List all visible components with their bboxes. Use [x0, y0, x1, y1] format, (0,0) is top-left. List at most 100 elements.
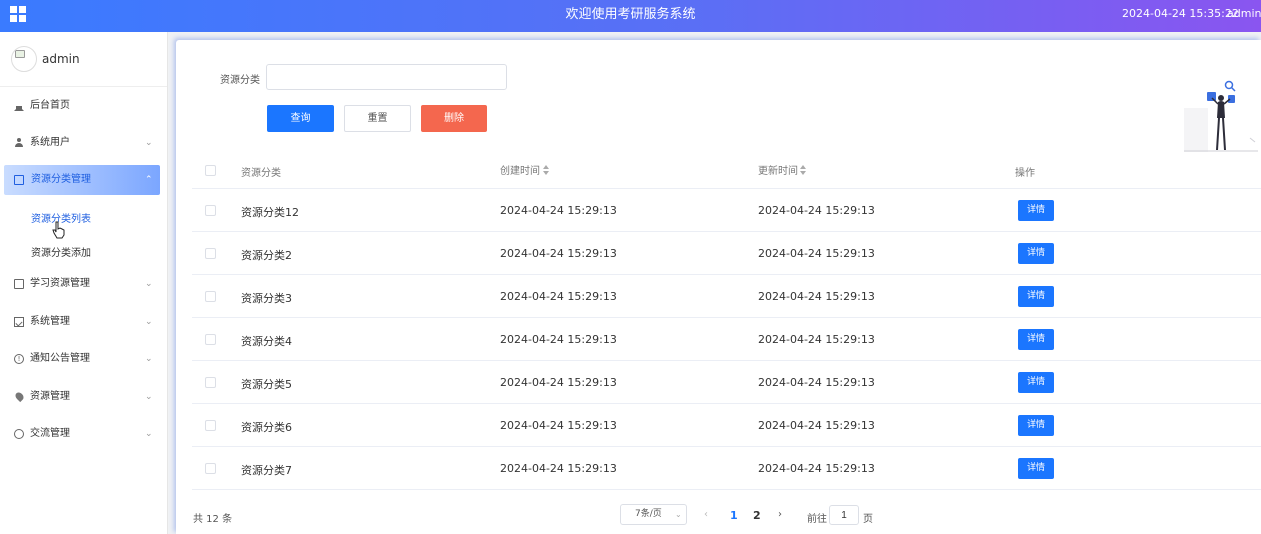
row-category-name: 资源分类12 — [241, 206, 299, 219]
detail-button[interactable]: 详情 — [1018, 458, 1054, 479]
table-row: 资源分类7 2024-04-24 15:29:13 2024-04-24 15:… — [192, 447, 1261, 490]
column-header-created: 创建时间 — [500, 166, 540, 177]
row-created-time: 2024-04-24 15:29:13 — [500, 247, 617, 260]
detail-button[interactable]: 详情 — [1018, 415, 1054, 436]
row-category-name: 资源分类6 — [241, 421, 292, 434]
sidebar-item-resource-category[interactable]: 资源分类管理 ⌃ — [4, 165, 160, 195]
sidebar-subitem-category-add[interactable]: 资源分类添加 — [31, 244, 91, 259]
sidebar-item-label: 系统用户 — [30, 137, 70, 148]
row-updated-time: 2024-04-24 15:29:13 — [758, 290, 875, 303]
detail-button[interactable]: 详情 — [1018, 243, 1054, 264]
row-created-time: 2024-04-24 15:29:13 — [500, 204, 617, 217]
page-size-select[interactable]: 7条/页 ⌄ — [620, 504, 687, 525]
sidebar-item-home[interactable]: 后台首页 — [0, 91, 167, 121]
sidebar-item-label: 交流管理 — [30, 428, 70, 439]
sort-updated-icon[interactable] — [800, 165, 806, 175]
prev-page-button[interactable]: ‹ — [704, 509, 708, 520]
page-size-value: 7条/页 — [635, 509, 662, 519]
row-category-name: 资源分类5 — [241, 378, 292, 391]
avatar — [11, 46, 37, 72]
row-checkbox[interactable] — [205, 334, 216, 345]
chevron-down-icon: ⌄ — [145, 354, 153, 364]
row-checkbox[interactable] — [205, 248, 216, 259]
row-category-name: 资源分类3 — [241, 292, 292, 305]
row-updated-time: 2024-04-24 15:29:13 — [758, 419, 875, 432]
table-row: 资源分类4 2024-04-24 15:29:13 2024-04-24 15:… — [192, 318, 1261, 361]
table-header: 资源分类 创建时间 更新时间 操作 — [192, 152, 1261, 189]
sidebar-item-communication[interactable]: 交流管理 ⌄ — [0, 419, 167, 449]
sidebar-item-label: 学习资源管理 — [30, 278, 90, 289]
user-icon — [14, 138, 24, 148]
sidebar-subitem-category-list[interactable]: 资源分类列表 — [31, 210, 91, 225]
page-2-button[interactable]: 2 — [753, 509, 761, 522]
row-checkbox[interactable] — [205, 291, 216, 302]
search-label: 资源分类 — [220, 75, 260, 86]
row-updated-time: 2024-04-24 15:29:13 — [758, 333, 875, 346]
document-icon — [14, 279, 24, 289]
detail-button[interactable]: 详情 — [1018, 372, 1054, 393]
sidebar-item-label: 系统管理 — [30, 316, 70, 327]
table-row: 资源分类12 2024-04-24 15:29:13 2024-04-24 15… — [192, 189, 1261, 232]
chevron-down-icon: ⌄ — [145, 429, 153, 439]
next-page-button[interactable]: › — [778, 509, 782, 520]
table-row: 资源分类3 2024-04-24 15:29:13 2024-04-24 15:… — [192, 275, 1261, 318]
header-username: admin — [1227, 7, 1261, 20]
sidebar-item-label: 资源管理 — [30, 391, 70, 402]
pagination-total: 共 12 条 — [193, 514, 233, 525]
sort-created-icon[interactable] — [543, 165, 549, 175]
row-updated-time: 2024-04-24 15:29:13 — [758, 462, 875, 475]
reset-button[interactable]: 重置 — [344, 105, 411, 132]
category-search-input[interactable] — [266, 64, 507, 90]
row-checkbox[interactable] — [205, 463, 216, 474]
chevron-down-icon: ⌄ — [675, 510, 682, 519]
location-pin-icon — [13, 390, 26, 403]
sidebar-item-learning-resources[interactable]: 学习资源管理 ⌄ — [0, 269, 167, 299]
chevron-up-icon: ⌃ — [145, 175, 153, 185]
chevron-down-icon: ⌄ — [145, 279, 153, 289]
row-created-time: 2024-04-24 15:29:13 — [500, 419, 617, 432]
table-row: 资源分类2 2024-04-24 15:29:13 2024-04-24 15:… — [192, 232, 1261, 275]
detail-button[interactable]: 详情 — [1018, 200, 1054, 221]
delete-button[interactable]: 删除 — [421, 105, 487, 132]
row-checkbox[interactable] — [205, 205, 216, 216]
header-user-menu[interactable]: admin⌄ — [1227, 0, 1261, 28]
row-updated-time: 2024-04-24 15:29:13 — [758, 376, 875, 389]
chevron-down-icon: ⌄ — [145, 392, 153, 402]
select-all-checkbox[interactable] — [205, 165, 216, 176]
sidebar-item-label: 通知公告管理 — [30, 353, 90, 364]
row-created-time: 2024-04-24 15:29:13 — [500, 333, 617, 346]
sidebar-item-announcements[interactable]: ! 通知公告管理 ⌄ — [0, 344, 167, 374]
chat-icon — [14, 429, 24, 439]
system-title: 欢迎使用考研服务系统 — [565, 7, 696, 22]
row-checkbox[interactable] — [205, 377, 216, 388]
table-row: 资源分类5 2024-04-24 15:29:13 2024-04-24 15:… — [192, 361, 1261, 404]
sidebar: admin 后台首页 系统用户 ⌄ 资源分类管理 ⌃ 资源分类列表 资源分类添加… — [0, 32, 168, 534]
document-icon — [14, 175, 24, 185]
goto-page-input[interactable] — [829, 505, 859, 525]
picture-icon — [14, 317, 24, 327]
header-datetime: 2024-04-24 15:35:22 — [1122, 7, 1239, 20]
row-category-name: 资源分类2 — [241, 249, 292, 262]
row-created-time: 2024-04-24 15:29:13 — [500, 462, 617, 475]
sidebar-item-system-users[interactable]: 系统用户 ⌄ — [0, 128, 167, 158]
profile-name: admin — [42, 52, 80, 66]
sidebar-item-system-management[interactable]: 系统管理 ⌄ — [0, 307, 167, 337]
goto-unit: 页 — [863, 514, 873, 525]
row-updated-time: 2024-04-24 15:29:13 — [758, 204, 875, 217]
goto-label: 前往 — [807, 514, 827, 525]
table-row: 资源分类6 2024-04-24 15:29:13 2024-04-24 15:… — [192, 404, 1261, 447]
main-area: 资源分类 查询 重置 删除 资源分类 创建时间 更新时间 操作 资源分类12 2… — [168, 32, 1261, 534]
row-created-time: 2024-04-24 15:29:13 — [500, 376, 617, 389]
info-icon: ! — [14, 354, 24, 364]
row-checkbox[interactable] — [205, 420, 216, 431]
top-header: 欢迎使用考研服务系统 2024-04-24 15:35:22 admin⌄ — [0, 0, 1261, 32]
sidebar-item-resource-management[interactable]: 资源管理 ⌄ — [0, 382, 167, 412]
page-1-button[interactable]: 1 — [730, 509, 738, 522]
content-card: 资源分类 查询 重置 删除 资源分类 创建时间 更新时间 操作 资源分类12 2… — [176, 40, 1261, 534]
sidebar-item-label: 资源分类管理 — [31, 174, 91, 185]
detail-button[interactable]: 详情 — [1018, 329, 1054, 350]
detail-button[interactable]: 详情 — [1018, 286, 1054, 307]
column-header-category: 资源分类 — [241, 168, 281, 179]
query-button[interactable]: 查询 — [267, 105, 334, 132]
column-header-updated: 更新时间 — [758, 166, 798, 177]
